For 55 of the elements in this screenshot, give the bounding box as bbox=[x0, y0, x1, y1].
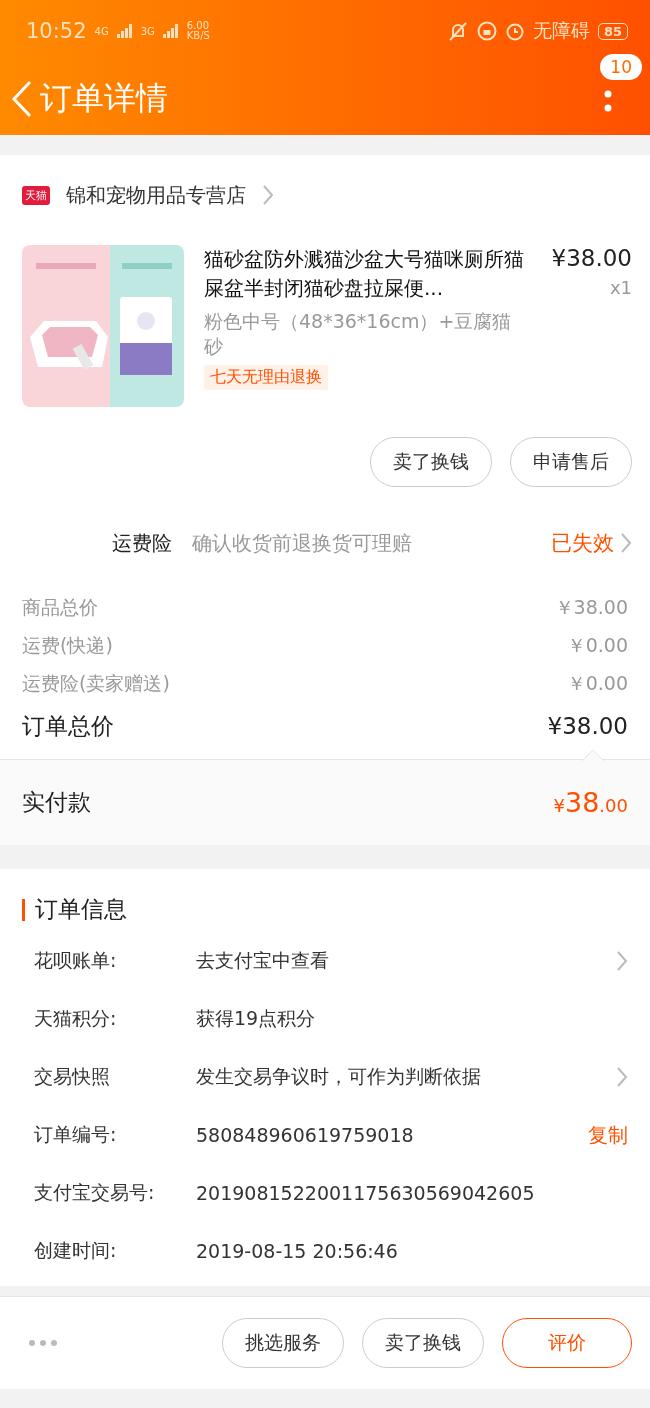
total-value: ¥38.00 bbox=[547, 713, 628, 739]
product-price: ¥38.00 bbox=[551, 245, 632, 271]
accessibility-label: 无障碍 bbox=[532, 18, 590, 43]
return-policy-tag: 七天无理由退换 bbox=[204, 365, 328, 390]
info-value: 580848960619759018 bbox=[196, 1124, 415, 1146]
product-title[interactable]: 猫砂盆防外溅猫沙盆大号猫咪厕所猫屎盆半封闭猫砂盘拉屎便... bbox=[204, 245, 529, 303]
action-button[interactable]: 卖了换钱 bbox=[362, 1318, 484, 1368]
chevron-right-icon bbox=[262, 184, 274, 206]
info-value: 2019081522001175630569042605 bbox=[196, 1182, 536, 1204]
insurance-description: 确认收货前退换货可理赔 bbox=[192, 529, 413, 557]
signal-icon bbox=[162, 24, 179, 38]
network-label: 4G bbox=[94, 25, 109, 37]
more-icon[interactable] bbox=[28, 1339, 58, 1347]
action-button[interactable]: 申请售后 bbox=[510, 437, 632, 487]
product-spec: 粉色中号（48*36*16cm）+豆腐猫砂 bbox=[204, 309, 513, 359]
price-value: ￥0.00 bbox=[566, 671, 628, 696]
battery-level: 85 bbox=[597, 22, 628, 40]
price-label: 运费(快递) bbox=[22, 633, 113, 658]
chevron-right-icon bbox=[616, 950, 628, 972]
shop-logo: 天猫 bbox=[22, 185, 50, 205]
info-value[interactable]: 去支付宝中查看 bbox=[196, 948, 616, 974]
alarm-icon bbox=[504, 21, 525, 41]
insurance-label: 运费险 bbox=[112, 529, 172, 557]
info-label: 交易快照 bbox=[34, 1064, 111, 1089]
price-label: 商品总价 bbox=[22, 595, 98, 620]
product-quantity: x1 bbox=[609, 277, 632, 298]
info-label: 支付宝交易号: bbox=[34, 1180, 156, 1205]
chevron-right-icon bbox=[620, 532, 632, 554]
info-value: 2019-08-15 20:56:46 bbox=[196, 1240, 399, 1262]
price-value: ￥38.00 bbox=[554, 595, 628, 620]
chevron-right-icon bbox=[616, 1066, 628, 1088]
bell-muted-icon bbox=[446, 20, 469, 42]
info-label: 天猫积分: bbox=[34, 1006, 118, 1031]
network-label: 3G bbox=[140, 25, 155, 37]
message-count: 10 bbox=[600, 54, 642, 80]
price-label: 运费险(卖家赠送) bbox=[22, 671, 170, 696]
shop-name[interactable]: 锦和宠物用品专营店 bbox=[66, 181, 246, 209]
status-time: 10:52 bbox=[26, 19, 87, 43]
paid-amount: ¥38.00 bbox=[553, 787, 628, 818]
info-value[interactable]: 发生交易争议时，可作为判断依据 bbox=[196, 1064, 616, 1090]
info-value: 获得19点积分 bbox=[196, 1006, 317, 1031]
page-title: 订单详情 bbox=[40, 77, 168, 119]
section-title: 订单信息 bbox=[35, 895, 127, 924]
back-icon[interactable] bbox=[10, 78, 34, 119]
info-label: 订单编号: bbox=[34, 1122, 118, 1147]
action-button[interactable]: 挑选服务 bbox=[222, 1318, 344, 1368]
info-label: 花呗账单: bbox=[34, 948, 118, 973]
info-label: 创建时间: bbox=[34, 1238, 118, 1263]
network-speed: 6.00 KB/S bbox=[186, 21, 210, 41]
signal-icon bbox=[116, 24, 133, 38]
total-label: 订单总价 bbox=[22, 711, 114, 741]
action-button[interactable]: 卖了换钱 bbox=[370, 437, 492, 487]
price-value: ￥0.00 bbox=[566, 633, 628, 658]
lock-icon bbox=[476, 21, 497, 41]
paid-label: 实付款 bbox=[22, 788, 91, 817]
